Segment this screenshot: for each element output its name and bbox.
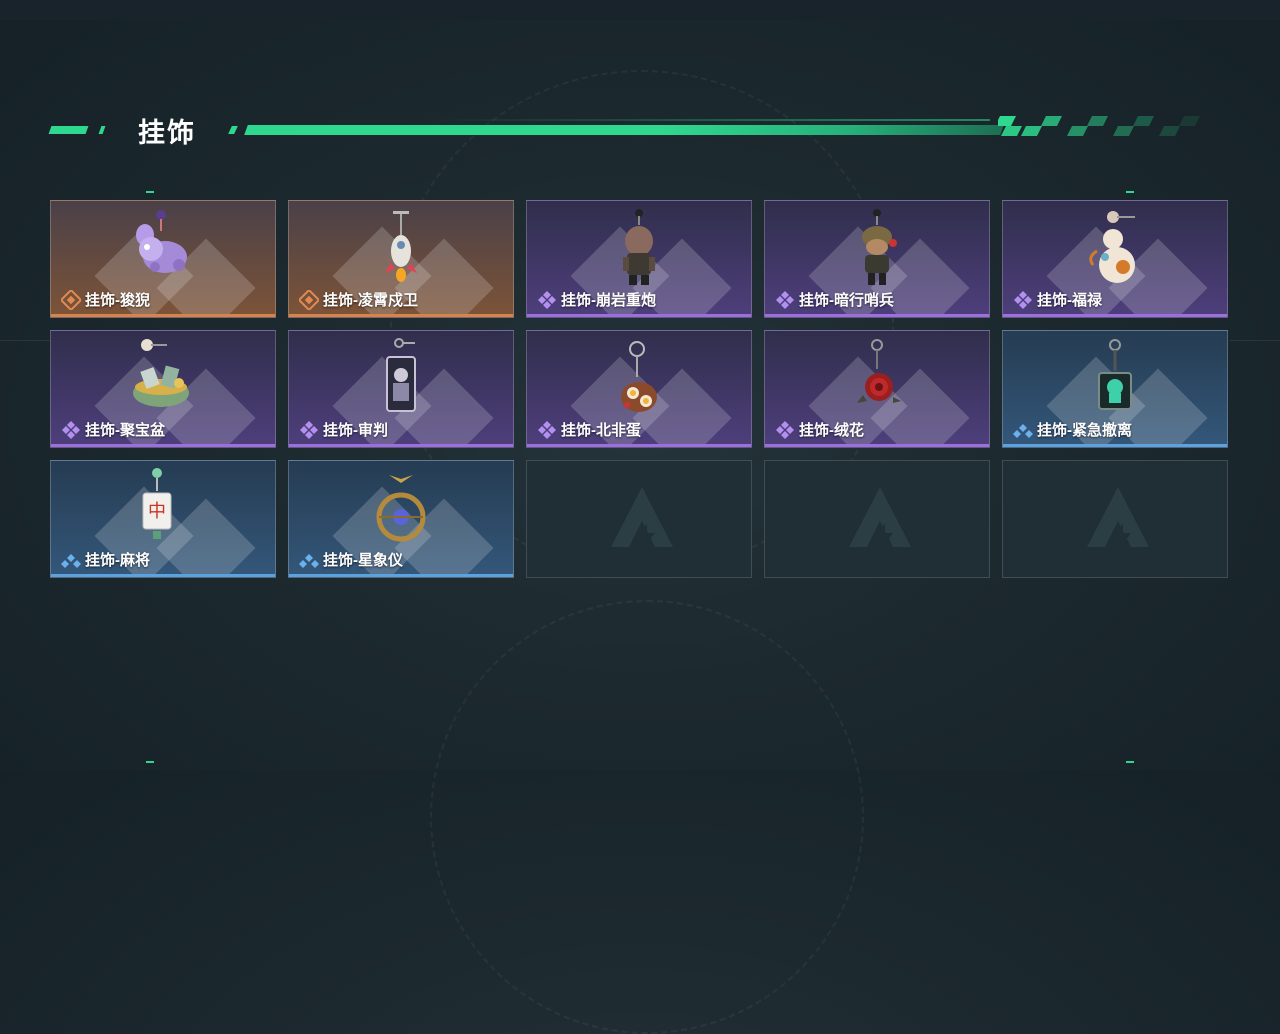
purple-rarity-icon [1013, 290, 1033, 310]
charm-label-row: 挂饰-聚宝盆 [61, 419, 165, 440]
purple-rarity-icon [775, 420, 795, 440]
side-divider-right [1230, 340, 1280, 341]
header-accent-bar [98, 126, 106, 134]
charm-name: 挂饰-聚宝盆 [85, 422, 165, 439]
charm-label-row: 挂饰-狻猊 [61, 289, 150, 310]
charm-card[interactable]: 挂饰-紧急撤离 [1002, 330, 1228, 448]
section-header: 挂饰 [48, 110, 1210, 150]
charm-label-row: 挂饰-福禄 [1013, 289, 1102, 310]
header-accent-bar [48, 126, 89, 134]
svg-text:中: 中 [148, 501, 166, 522]
charm-label-row: 挂饰-暗行哨兵 [775, 289, 894, 310]
blue-rarity-icon [1013, 420, 1033, 440]
charm-label-row: 挂饰-崩岩重炮 [537, 289, 656, 310]
header-thin-line [430, 119, 990, 121]
background-ring-decoration [430, 600, 864, 1034]
charm-card[interactable]: 挂饰-崩岩重炮 [526, 200, 752, 318]
rarity-underline [527, 444, 751, 447]
rarity-underline [765, 314, 989, 317]
empty-slot-logo-icon [845, 483, 915, 553]
top-bar [0, 0, 1280, 20]
orange-rarity-icon [61, 289, 81, 310]
charm-label-row: 挂饰-星象仪 [299, 549, 403, 570]
charm-name: 挂饰-暗行哨兵 [799, 292, 894, 309]
charm-card[interactable]: 挂饰-聚宝盆 [50, 330, 276, 448]
charm-card[interactable]: 挂饰-绒花 [764, 330, 990, 448]
header-checker-decoration [998, 116, 1200, 136]
empty-slot-logo-icon [1083, 483, 1153, 553]
astrolabe-charm-icon [359, 465, 445, 551]
gourd-charm-icon [1073, 205, 1159, 291]
charm-card[interactable]: 挂饰-北非蛋 [526, 330, 752, 448]
charm-card[interactable]: 挂饰-狻猊 [50, 200, 276, 318]
purple-rarity-icon [61, 420, 81, 440]
corner-mark [1126, 761, 1134, 763]
rarity-underline [289, 444, 513, 447]
orange-rarity-icon [299, 289, 319, 310]
charm-label-row: 挂饰-北非蛋 [537, 419, 641, 440]
purple-rarity-icon [537, 420, 557, 440]
rocket-charm-icon [359, 205, 445, 291]
blue-rarity-icon [299, 550, 319, 570]
lion-charm-icon [121, 205, 207, 291]
blue-rarity-icon [61, 550, 81, 570]
charm-label-row: 挂饰-凌霄戍卫 [299, 289, 418, 310]
rarity-underline [765, 444, 989, 447]
charm-card[interactable]: 挂饰-福禄 [1002, 200, 1228, 318]
charm-label-row: 挂饰-紧急撤离 [1013, 419, 1132, 440]
rarity-underline [527, 314, 751, 317]
rarity-underline [51, 314, 275, 317]
rarity-underline [51, 444, 275, 447]
charm-label-row: 挂饰-审判 [299, 419, 388, 440]
charm-card[interactable]: 挂饰-凌霄戍卫 [288, 200, 514, 318]
charm-name: 挂饰-崩岩重炮 [561, 292, 656, 309]
empty-charm-slot[interactable] [764, 460, 990, 578]
charm-label-row: 挂饰-绒花 [775, 419, 864, 440]
charm-card[interactable]: 挂饰-暗行哨兵 [764, 200, 990, 318]
charm-name: 挂饰-紧急撤离 [1037, 422, 1132, 439]
corner-mark [1126, 191, 1134, 193]
side-divider-left [0, 340, 50, 341]
empty-charm-slot[interactable] [1002, 460, 1228, 578]
rose-charm-icon [835, 335, 921, 421]
judgment-card-charm-icon [359, 335, 445, 421]
evacuation-tag-charm-icon [1073, 335, 1159, 421]
treasure-bowl-charm-icon [121, 335, 207, 421]
sentinel-figure-charm-icon [835, 205, 921, 291]
charm-card[interactable]: 中挂饰-麻将 [50, 460, 276, 578]
charm-label-row: 挂饰-麻将 [61, 549, 150, 570]
mahjong-tile-charm-icon: 中 [121, 465, 207, 551]
empty-charm-slot[interactable] [526, 460, 752, 578]
header-accent-bar [228, 126, 238, 134]
rarity-underline [289, 574, 513, 577]
rarity-underline [289, 314, 513, 317]
purple-rarity-icon [537, 290, 557, 310]
corner-mark [146, 761, 154, 763]
purple-rarity-icon [299, 420, 319, 440]
shakshuka-charm-icon [597, 335, 683, 421]
charm-name: 挂饰-福禄 [1037, 292, 1102, 309]
charm-name: 挂饰-麻将 [85, 552, 150, 569]
charm-name: 挂饰-北非蛋 [561, 422, 641, 439]
purple-rarity-icon [775, 290, 795, 310]
rarity-underline [1003, 444, 1227, 447]
charm-name: 挂饰-绒花 [799, 422, 864, 439]
soldier-figure-charm-icon [597, 205, 683, 291]
charm-name: 挂饰-审判 [323, 422, 388, 439]
header-progress-line [244, 125, 1004, 135]
charm-name: 挂饰-狻猊 [85, 292, 150, 309]
charm-name: 挂饰-凌霄戍卫 [323, 292, 418, 309]
rarity-underline [1003, 314, 1227, 317]
empty-slot-logo-icon [607, 483, 677, 553]
charm-card[interactable]: 挂饰-审判 [288, 330, 514, 448]
corner-mark [146, 191, 154, 193]
charm-name: 挂饰-星象仪 [323, 552, 403, 569]
charm-card[interactable]: 挂饰-星象仪 [288, 460, 514, 578]
section-title: 挂饰 [138, 118, 196, 148]
rarity-underline [51, 574, 275, 577]
